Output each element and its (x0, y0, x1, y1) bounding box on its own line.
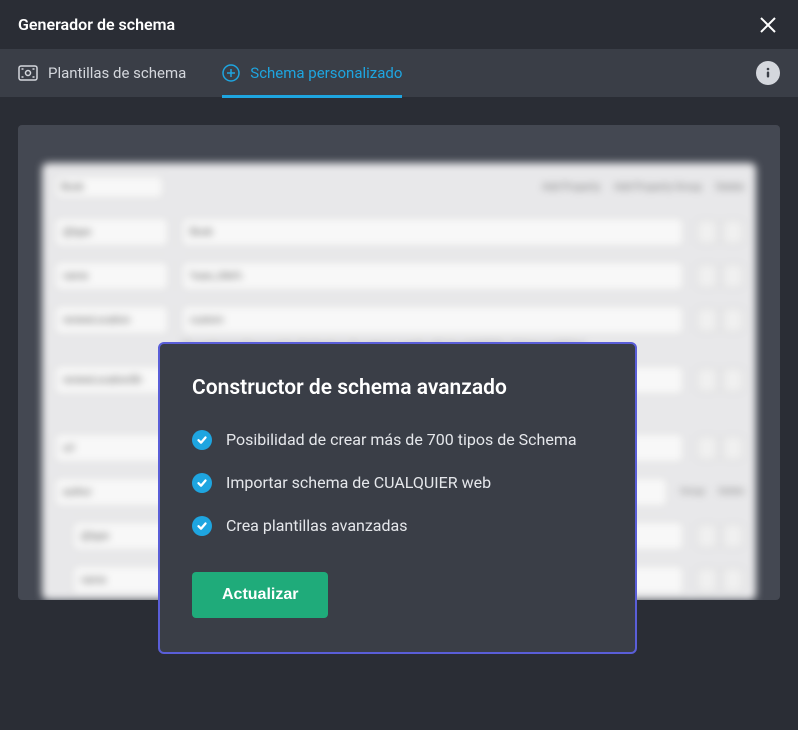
feature-item: Crea plantillas avanzadas (192, 514, 603, 537)
check-icon (192, 516, 212, 536)
close-icon (756, 13, 780, 37)
field-label: reviewLocationSh (54, 365, 169, 395)
field-label: name (54, 261, 169, 291)
feature-item: Importar schema de CUALQUIER web (192, 471, 603, 494)
delete: Delete (716, 182, 744, 193)
modal-title: Constructor de schema avanzado (192, 376, 603, 400)
dialog-header: Generador de schema (0, 0, 798, 49)
plus-circle-icon (222, 64, 240, 82)
field-value: Book (181, 217, 684, 247)
tab-custom-schema[interactable]: Schema personalizado (222, 49, 402, 97)
feature-text: Importar schema de CUALQUIER web (226, 471, 491, 494)
info-icon (761, 66, 775, 80)
field-label: @type (54, 217, 169, 247)
upgrade-button[interactable]: Actualizar (192, 572, 328, 618)
add-property: Add Property (542, 182, 600, 193)
tab-label: Plantillas de schema (48, 64, 186, 82)
check-icon (192, 473, 212, 493)
feature-item: Posibilidad de crear más de 700 tipos de… (192, 428, 603, 451)
field-value: custom (181, 305, 684, 335)
feature-text: Posibilidad de crear más de 700 tipos de… (226, 428, 577, 451)
close-button[interactable] (756, 13, 780, 37)
field-label: url (54, 433, 169, 463)
tab-label: Schema personalizado (250, 64, 402, 82)
field-label: author (54, 477, 169, 507)
delete: Delete (719, 487, 744, 497)
tabs-bar: Plantillas de schema Schema personalizad… (0, 49, 798, 97)
add-property-group: Add Property Group (614, 182, 702, 193)
info-button[interactable] (756, 61, 780, 85)
check-icon (192, 430, 212, 450)
dialog-title: Generador de schema (18, 15, 175, 34)
field-label: reviewLocation (54, 305, 169, 335)
group: Group (680, 487, 704, 497)
upgrade-modal: Constructor de schema avanzado Posibilid… (158, 342, 637, 654)
feature-text: Crea plantillas avanzadas (226, 514, 407, 537)
schema-type-select: Book (54, 175, 164, 199)
field-value: %seo_title% (181, 261, 684, 291)
templates-icon (18, 65, 38, 81)
tab-schema-templates[interactable]: Plantillas de schema (18, 49, 186, 97)
